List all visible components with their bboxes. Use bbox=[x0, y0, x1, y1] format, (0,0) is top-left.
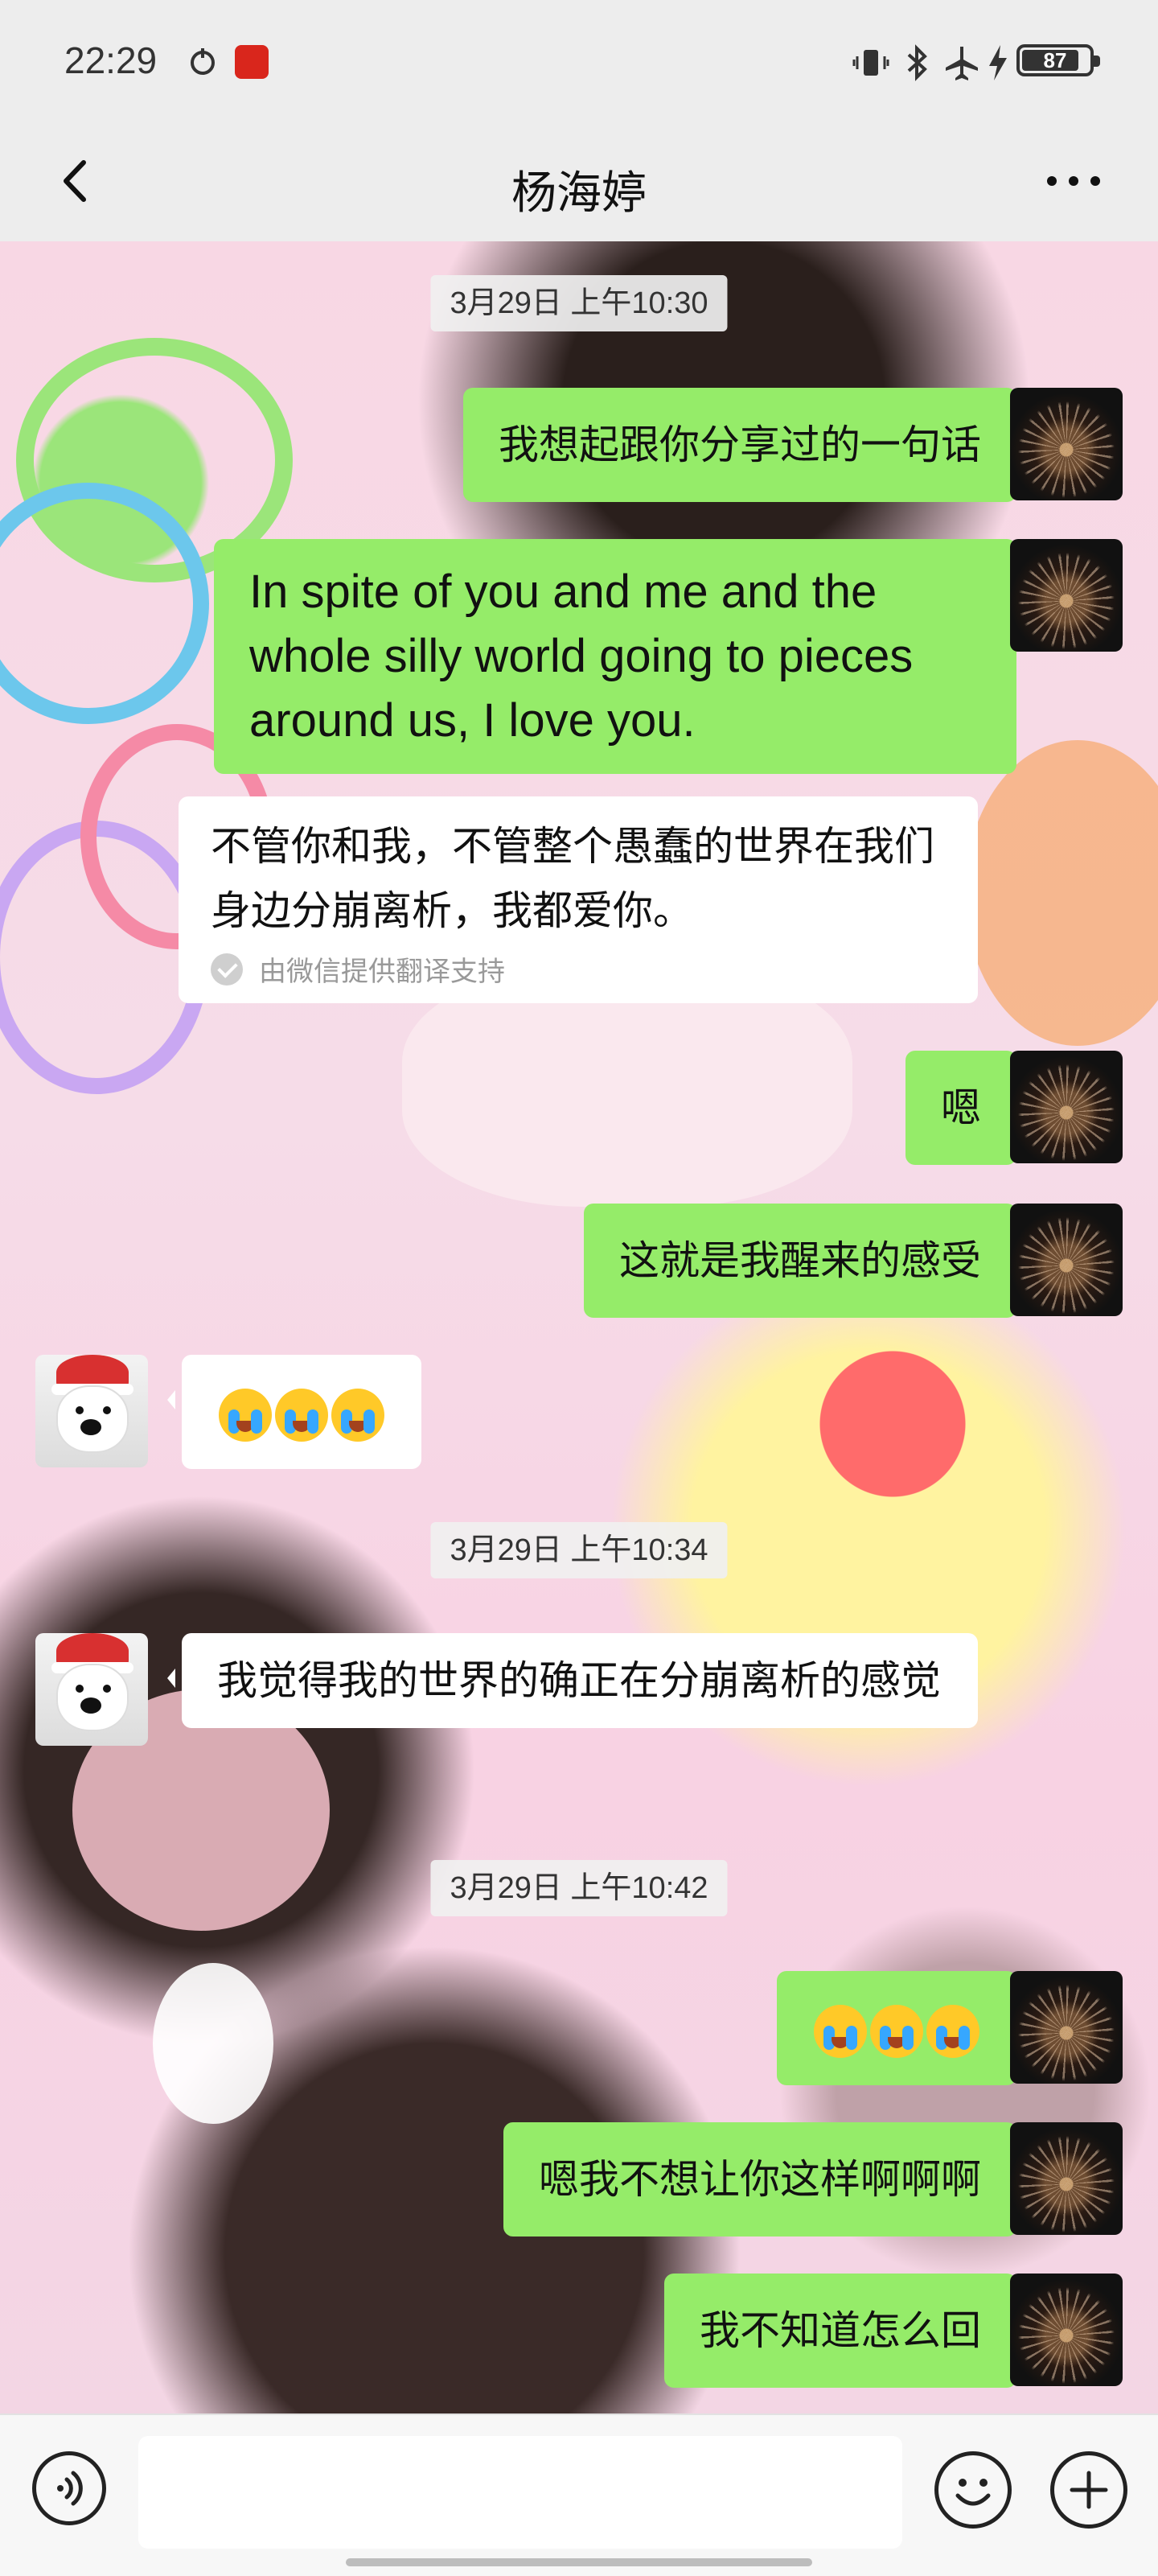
more-options-icon[interactable] bbox=[1037, 153, 1110, 209]
my-avatar[interactable] bbox=[1010, 1204, 1123, 1316]
my-avatar[interactable] bbox=[1010, 2274, 1123, 2386]
background-photo-decoration bbox=[965, 740, 1158, 1046]
battery-indicator: 87 bbox=[1016, 44, 1100, 76]
timestamp: 3月29日 上午10:42 bbox=[430, 1860, 728, 1916]
check-icon bbox=[211, 953, 243, 986]
crying-face-icon bbox=[870, 2004, 923, 2058]
charging-icon bbox=[989, 45, 1007, 80]
contact-avatar[interactable] bbox=[35, 1633, 148, 1746]
add-attachment-icon[interactable] bbox=[1050, 2451, 1127, 2529]
contact-avatar[interactable] bbox=[35, 1355, 148, 1467]
message-bubble-sent[interactable] bbox=[777, 1971, 1031, 2085]
crying-face-icon bbox=[219, 1388, 272, 1442]
my-avatar[interactable] bbox=[1010, 1971, 1123, 2084]
vibrate-icon bbox=[852, 50, 889, 76]
message-bubble-sent[interactable]: 嗯 bbox=[905, 1051, 1031, 1165]
translation-note: 由微信提供翻译支持 bbox=[211, 949, 946, 989]
chat-header: 杨海婷 bbox=[0, 121, 1158, 241]
translation-text: 不管你和我，不管整个愚蠢的世界在我们身边分崩离析，我都爱你。 bbox=[211, 823, 934, 934]
voice-input-icon[interactable] bbox=[32, 2451, 106, 2525]
sync-icon bbox=[191, 48, 215, 75]
message-bubble-sent[interactable]: 我不知道怎么回 bbox=[664, 2274, 1031, 2388]
message-bubble-received[interactable]: 我觉得我的世界的确正在分崩离析的感觉 bbox=[167, 1633, 978, 1728]
contact-name[interactable]: 杨海婷 bbox=[0, 157, 1158, 222]
message-bubble-sent[interactable]: 嗯我不想让你这样啊啊啊 bbox=[503, 2122, 1031, 2237]
crying-face-icon bbox=[926, 2004, 979, 2058]
message-bubble-sent[interactable]: 我想起跟你分享过的一句话 bbox=[463, 388, 1031, 502]
chat-background: 3月29日 上午10:30 我想起跟你分享过的一句话 In spite of y… bbox=[0, 241, 1158, 2413]
my-avatar[interactable] bbox=[1010, 539, 1123, 652]
timestamp: 3月29日 上午10:34 bbox=[430, 1522, 728, 1578]
my-avatar[interactable] bbox=[1010, 2122, 1123, 2235]
message-bubble-sent[interactable]: 这就是我醒来的感受 bbox=[584, 1204, 1031, 1318]
bluetooth-icon bbox=[907, 44, 927, 81]
crying-face-icon bbox=[814, 2004, 867, 2058]
input-bar bbox=[0, 2413, 1158, 2576]
timestamp: 3月29日 上午10:30 bbox=[430, 275, 728, 331]
translation-card[interactable]: 不管你和我，不管整个愚蠢的世界在我们身边分崩离析，我都爱你。 由微信提供翻译支持 bbox=[179, 796, 978, 1003]
status-time: 22:29 bbox=[64, 39, 158, 81]
crying-face-icon bbox=[275, 1388, 328, 1442]
crying-face-icon bbox=[331, 1388, 384, 1442]
message-bubble-received[interactable] bbox=[167, 1355, 421, 1469]
home-indicator[interactable] bbox=[346, 2558, 812, 2566]
app-notification-icon bbox=[235, 45, 269, 79]
my-avatar[interactable] bbox=[1010, 1051, 1123, 1163]
background-photo-decoration bbox=[153, 1963, 273, 2124]
battery-level: 87 bbox=[1043, 48, 1067, 72]
status-bar: 22:29 87 bbox=[0, 0, 1158, 121]
emoji-icon[interactable] bbox=[934, 2451, 1012, 2529]
message-input[interactable] bbox=[138, 2436, 902, 2549]
my-avatar[interactable] bbox=[1010, 388, 1123, 500]
message-bubble-sent[interactable]: In spite of you and me and the whole sil… bbox=[214, 539, 1031, 774]
translation-note-text: 由微信提供翻译支持 bbox=[259, 956, 505, 988]
airplane-mode-icon bbox=[946, 47, 978, 80]
